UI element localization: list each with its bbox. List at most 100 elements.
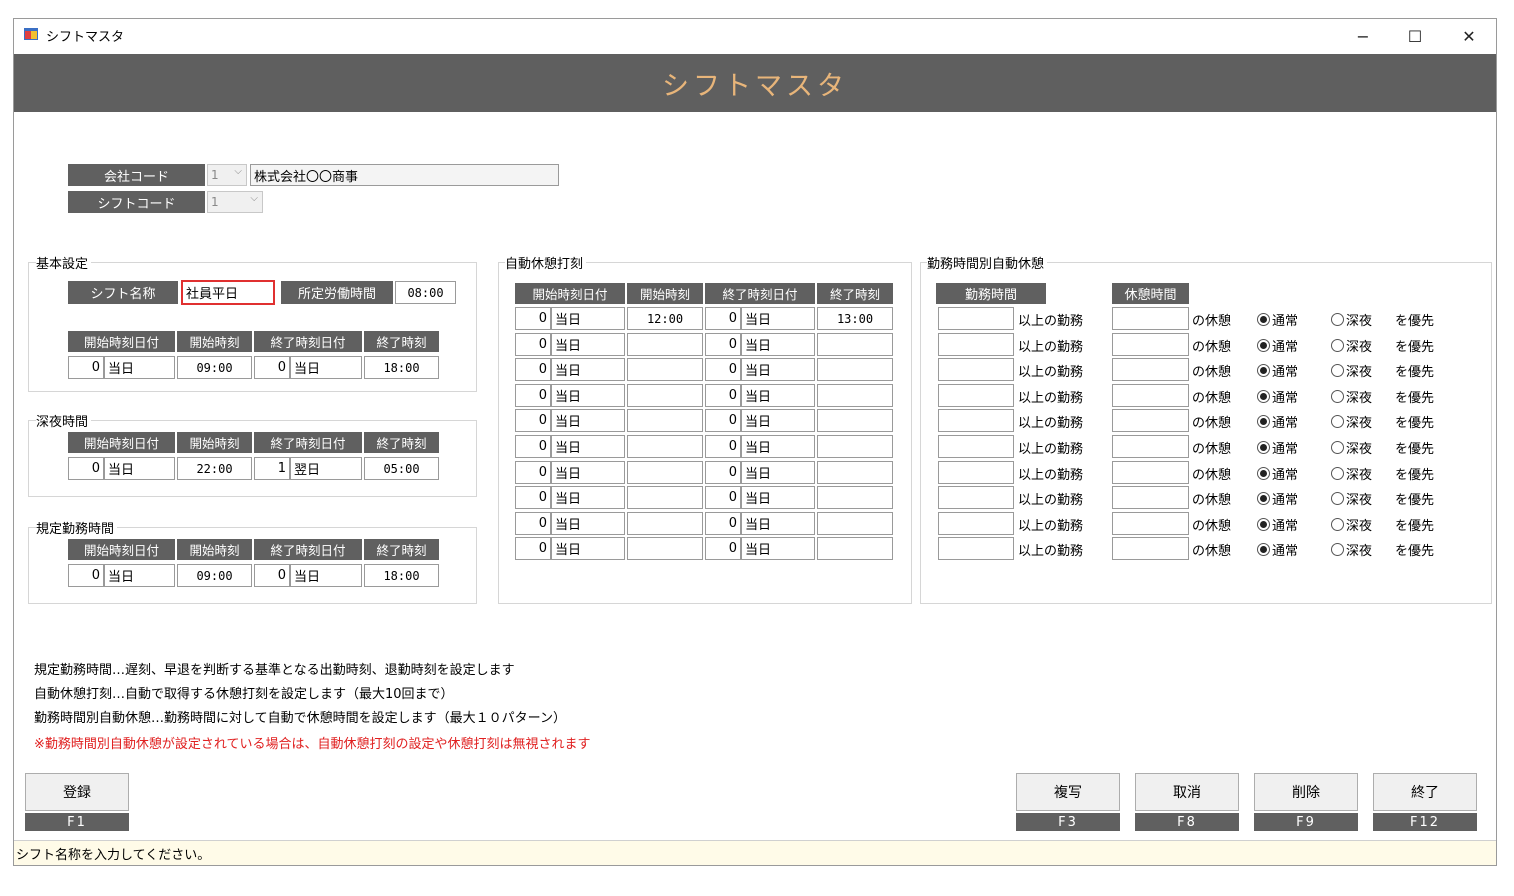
- radio-normal[interactable]: 通常: [1257, 540, 1298, 559]
- radio-night[interactable]: 深夜: [1331, 438, 1372, 457]
- radio-night[interactable]: 深夜: [1331, 515, 1372, 534]
- auto-break-start-time-input[interactable]: [627, 435, 703, 458]
- break-duration-input[interactable]: [1112, 358, 1189, 382]
- night-end-time-input[interactable]: 05:00: [364, 457, 439, 480]
- radio-normal[interactable]: 通常: [1257, 336, 1298, 355]
- work-duration-input[interactable]: [938, 486, 1014, 510]
- radio-normal[interactable]: 通常: [1257, 361, 1298, 380]
- maximize-button[interactable]: ☐: [1392, 19, 1438, 53]
- radio-normal[interactable]: 通常: [1257, 438, 1298, 457]
- auto-break-start-day-input[interactable]: 0: [515, 358, 551, 382]
- break-duration-input[interactable]: [1112, 511, 1189, 535]
- break-duration-input[interactable]: [1112, 332, 1189, 356]
- auto-break-start-time-input[interactable]: [627, 383, 703, 407]
- radio-night[interactable]: 深夜: [1331, 336, 1372, 355]
- auto-break-end-day-input[interactable]: 0: [705, 435, 741, 458]
- radio-night[interactable]: 深夜: [1331, 361, 1372, 380]
- copy-button[interactable]: 複写: [1016, 773, 1120, 811]
- auto-break-end-time-input[interactable]: [817, 409, 893, 433]
- break-duration-input[interactable]: [1112, 486, 1189, 510]
- radio-night[interactable]: 深夜: [1331, 464, 1372, 483]
- auto-break-end-time-input[interactable]: [817, 358, 893, 382]
- auto-break-start-day-input[interactable]: 0: [515, 435, 551, 458]
- auto-break-start-day-input[interactable]: 0: [515, 332, 551, 356]
- break-duration-input[interactable]: [1112, 383, 1189, 407]
- auto-break-start-time-input[interactable]: [627, 358, 703, 382]
- break-duration-input[interactable]: [1112, 537, 1189, 561]
- break-duration-input[interactable]: [1112, 409, 1189, 433]
- basic-start-day-input[interactable]: 0: [68, 356, 104, 379]
- radio-normal[interactable]: 通常: [1257, 310, 1298, 329]
- work-duration-input[interactable]: [938, 358, 1014, 382]
- auto-break-end-time-input[interactable]: [817, 537, 893, 561]
- auto-break-end-day-input[interactable]: 0: [705, 409, 741, 433]
- scheduled-hours-input[interactable]: 08:00: [395, 281, 456, 304]
- auto-break-start-time-input[interactable]: [627, 486, 703, 510]
- auto-break-start-day-input[interactable]: 0: [515, 486, 551, 510]
- auto-break-start-day-input[interactable]: 0: [515, 307, 551, 330]
- auto-break-start-day-input[interactable]: 0: [515, 383, 551, 407]
- radio-night[interactable]: 深夜: [1331, 387, 1372, 406]
- work-duration-input[interactable]: [938, 383, 1014, 407]
- auto-break-end-time-input[interactable]: [817, 383, 893, 407]
- auto-break-start-day-input[interactable]: 0: [515, 511, 551, 535]
- auto-break-start-time-input[interactable]: [627, 460, 703, 484]
- regular-end-day-input[interactable]: 0: [254, 564, 290, 587]
- auto-break-end-day-input[interactable]: 0: [705, 383, 741, 407]
- night-start-day-input[interactable]: 0: [68, 457, 104, 480]
- regular-start-day-input[interactable]: 0: [68, 564, 104, 587]
- auto-break-end-day-input[interactable]: 0: [705, 511, 741, 535]
- auto-break-end-day-input[interactable]: 0: [705, 307, 741, 330]
- night-end-day-input[interactable]: 1: [254, 457, 290, 480]
- work-duration-input[interactable]: [938, 511, 1014, 535]
- auto-break-end-time-input[interactable]: [817, 486, 893, 510]
- work-duration-input[interactable]: [938, 435, 1014, 458]
- work-duration-input[interactable]: [938, 460, 1014, 484]
- auto-break-start-time-input[interactable]: [627, 511, 703, 535]
- exit-button[interactable]: 終了: [1373, 773, 1477, 811]
- break-duration-input[interactable]: [1112, 435, 1189, 458]
- auto-break-end-day-input[interactable]: 0: [705, 358, 741, 382]
- shift-code-select[interactable]: 1 ⌵: [207, 191, 263, 213]
- radio-normal[interactable]: 通常: [1257, 515, 1298, 534]
- auto-break-end-day-input[interactable]: 0: [705, 460, 741, 484]
- work-duration-input[interactable]: [938, 537, 1014, 561]
- radio-night[interactable]: 深夜: [1331, 412, 1372, 431]
- work-duration-input[interactable]: [938, 409, 1014, 433]
- auto-break-end-time-input[interactable]: 13:00: [817, 307, 893, 330]
- radio-night[interactable]: 深夜: [1331, 310, 1372, 329]
- radio-night[interactable]: 深夜: [1331, 489, 1372, 508]
- auto-break-end-time-input[interactable]: [817, 332, 893, 356]
- auto-break-end-time-input[interactable]: [817, 511, 893, 535]
- auto-break-start-time-input[interactable]: [627, 537, 703, 561]
- close-button[interactable]: ✕: [1446, 19, 1492, 53]
- auto-break-end-time-input[interactable]: [817, 460, 893, 484]
- basic-end-time-input[interactable]: 18:00: [364, 356, 439, 379]
- basic-end-day-input[interactable]: 0: [254, 356, 290, 379]
- radio-normal[interactable]: 通常: [1257, 387, 1298, 406]
- auto-break-start-day-input[interactable]: 0: [515, 409, 551, 433]
- basic-start-time-input[interactable]: 09:00: [177, 356, 252, 379]
- work-duration-input[interactable]: [938, 332, 1014, 356]
- radio-normal[interactable]: 通常: [1257, 464, 1298, 483]
- regular-end-time-input[interactable]: 18:00: [364, 564, 439, 587]
- radio-night[interactable]: 深夜: [1331, 540, 1372, 559]
- auto-break-end-day-input[interactable]: 0: [705, 332, 741, 356]
- work-duration-input[interactable]: [938, 307, 1014, 330]
- auto-break-start-day-input[interactable]: 0: [515, 537, 551, 561]
- cancel-button[interactable]: 取消: [1135, 773, 1239, 811]
- auto-break-end-day-input[interactable]: 0: [705, 486, 741, 510]
- shift-name-input[interactable]: 社員平日: [181, 280, 275, 305]
- regular-start-time-input[interactable]: 09:00: [177, 564, 252, 587]
- company-code-select[interactable]: 1 ⌵: [207, 164, 247, 186]
- delete-button[interactable]: 削除: [1254, 773, 1358, 811]
- auto-break-start-time-input[interactable]: [627, 332, 703, 356]
- auto-break-end-time-input[interactable]: [817, 435, 893, 458]
- night-start-time-input[interactable]: 22:00: [177, 457, 252, 480]
- minimize-button[interactable]: −: [1340, 19, 1386, 53]
- register-button[interactable]: 登録: [25, 773, 129, 811]
- break-duration-input[interactable]: [1112, 307, 1189, 330]
- radio-normal[interactable]: 通常: [1257, 489, 1298, 508]
- auto-break-start-day-input[interactable]: 0: [515, 460, 551, 484]
- auto-break-end-day-input[interactable]: 0: [705, 537, 741, 561]
